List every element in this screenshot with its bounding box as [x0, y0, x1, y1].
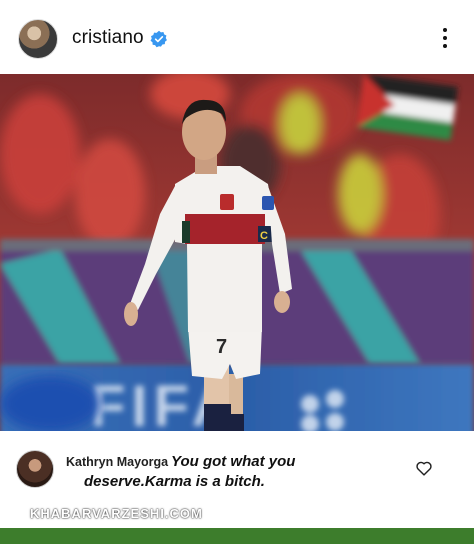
heart-icon[interactable]: [415, 460, 433, 476]
verified-badge-icon: [150, 30, 167, 48]
watermark-text: KHABARVARZESHI.COM: [30, 506, 203, 521]
profile-avatar[interactable]: [18, 19, 58, 59]
grass-strip: [0, 528, 474, 544]
photo-scene: FIFA 7 C: [0, 74, 474, 462]
captain-armband: C: [260, 230, 268, 242]
more-options-icon[interactable]: [436, 26, 454, 52]
post-photo[interactable]: FIFA 7 C: [0, 74, 474, 462]
watermark-logo: [69, 466, 129, 500]
username[interactable]: cristiano: [72, 27, 144, 49]
post-header: cristiano: [0, 0, 474, 74]
commenter-avatar[interactable]: [16, 450, 54, 488]
jersey-number: 7: [216, 336, 227, 358]
comment-text-line1: You got what you: [171, 453, 296, 470]
